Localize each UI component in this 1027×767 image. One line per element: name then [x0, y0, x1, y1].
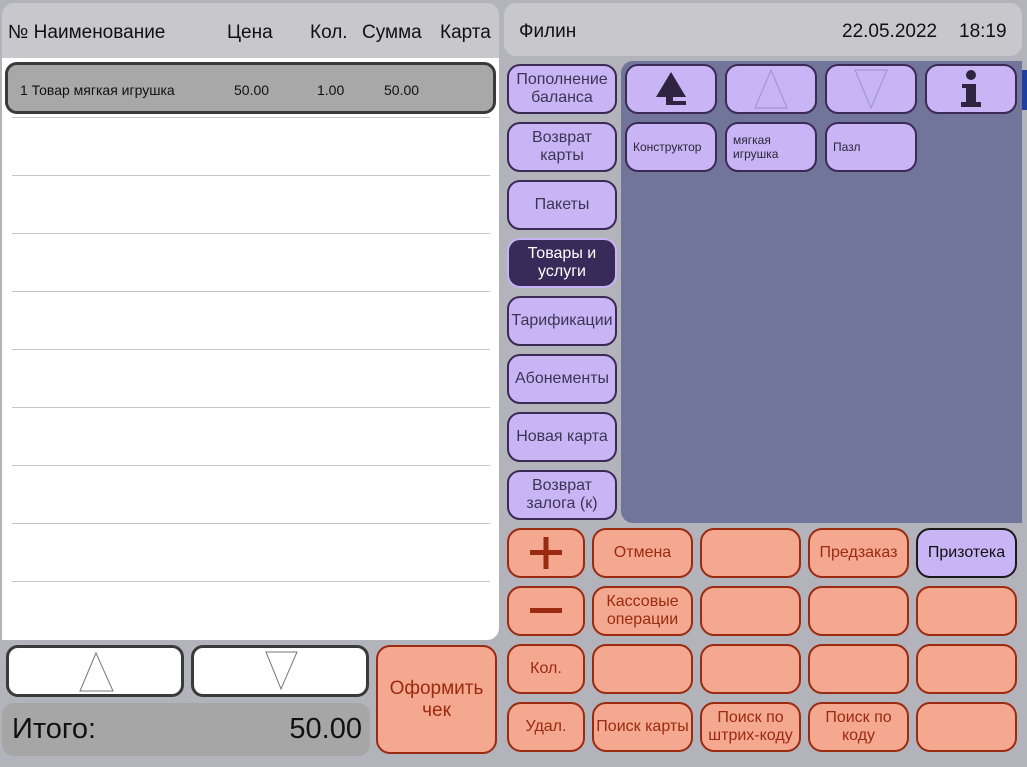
- header-qty: Кол.: [310, 22, 348, 43]
- row-divider: [12, 581, 490, 582]
- empty-key[interactable]: [592, 644, 693, 694]
- category-card-return[interactable]: Возврат карты: [507, 122, 617, 172]
- empty-key[interactable]: [700, 528, 801, 578]
- current-time: 18:19: [959, 21, 1007, 42]
- header-num-name: № Наименование: [8, 22, 166, 43]
- operator-name: Филин: [519, 21, 577, 42]
- search-card-button[interactable]: Поиск карты: [592, 702, 693, 752]
- triangle-down-icon: [265, 651, 298, 691]
- triangle-up-icon: [79, 651, 114, 692]
- cash-operations-button[interactable]: Кассовые операции: [592, 586, 693, 636]
- status-bar: Филин 22.05.2022 18:19: [504, 3, 1022, 56]
- cancel-button[interactable]: Отмена: [592, 528, 693, 578]
- goods-item-soft-toy[interactable]: мягкая игрушка: [725, 122, 817, 172]
- tree-up-icon: [656, 72, 686, 105]
- info-icon: [961, 70, 981, 107]
- checkout-button[interactable]: Оформить чек: [376, 645, 497, 754]
- total-label: Итого:: [12, 713, 97, 745]
- cell-num-name: 1 Товар мягкая игрушка: [20, 82, 175, 98]
- empty-key[interactable]: [808, 586, 909, 636]
- total-display: Итого: 50.00: [2, 703, 370, 756]
- table-row[interactable]: 1 Товар мягкая игрушка 50.00 1.00 50.00: [5, 62, 496, 114]
- row-divider: [12, 175, 490, 176]
- order-table-header: № Наименование Цена Кол. Сумма Карта: [2, 3, 499, 58]
- goods-item-puzzle[interactable]: Пазл: [825, 122, 917, 172]
- quantity-button[interactable]: Кол.: [507, 644, 585, 694]
- header-price: Цена: [227, 22, 273, 43]
- cell-sum: 50.00: [384, 82, 420, 98]
- category-packages[interactable]: Пакеты: [507, 180, 617, 230]
- row-divider: [12, 291, 490, 292]
- empty-key[interactable]: [700, 586, 801, 636]
- cell-price: 50.00: [234, 82, 270, 98]
- current-date: 22.05.2022: [842, 21, 938, 42]
- plus-button[interactable]: [507, 528, 585, 578]
- category-subscriptions[interactable]: Абонементы: [507, 354, 617, 404]
- empty-key[interactable]: [916, 702, 1017, 752]
- row-divider: [12, 233, 490, 234]
- delete-button[interactable]: Удал.: [507, 702, 585, 752]
- header-card: Карта: [440, 22, 491, 43]
- row-divider: [12, 349, 490, 350]
- category-topup-balance[interactable]: Пополнение баланса: [507, 64, 617, 114]
- row-divider: [12, 523, 490, 524]
- search-barcode-button[interactable]: Поиск по штрих-коду: [700, 702, 801, 752]
- goods-item-constructor[interactable]: Конструктор: [625, 122, 717, 172]
- scroll-down-button[interactable]: [191, 645, 369, 697]
- scroll-up-button[interactable]: [6, 645, 184, 697]
- page-down-button[interactable]: [825, 64, 917, 114]
- tree-up-button[interactable]: [625, 64, 717, 114]
- category-deposit-return[interactable]: Возврат залога (к): [507, 470, 617, 520]
- row-divider: [12, 407, 490, 408]
- row-divider: [12, 117, 490, 118]
- minus-button[interactable]: [507, 586, 585, 636]
- page-up-button[interactable]: [725, 64, 817, 114]
- arrow-up-icon: [754, 68, 788, 109]
- row-divider: [12, 465, 490, 466]
- order-table-body[interactable]: [2, 58, 499, 640]
- arrow-down-icon: [854, 69, 888, 110]
- empty-key[interactable]: [916, 644, 1017, 694]
- info-button[interactable]: [925, 64, 1017, 114]
- preorder-button[interactable]: Предзаказ: [808, 528, 909, 578]
- category-new-card[interactable]: Новая карта: [507, 412, 617, 462]
- search-code-button[interactable]: Поиск по коду: [808, 702, 909, 752]
- total-value: 50.00: [289, 713, 362, 745]
- plus-icon: [530, 537, 562, 569]
- empty-key[interactable]: [700, 644, 801, 694]
- edge-strip: [1022, 70, 1027, 110]
- empty-key[interactable]: [916, 586, 1017, 636]
- category-tariffs[interactable]: Тарификации: [507, 296, 617, 346]
- empty-key[interactable]: [808, 644, 909, 694]
- minus-icon: [530, 608, 562, 613]
- cell-qty: 1.00: [317, 82, 345, 98]
- category-goods-services[interactable]: Товары и услуги: [507, 238, 617, 288]
- header-sum: Сумма: [362, 22, 422, 43]
- prize-store-button[interactable]: Призотека: [916, 528, 1017, 578]
